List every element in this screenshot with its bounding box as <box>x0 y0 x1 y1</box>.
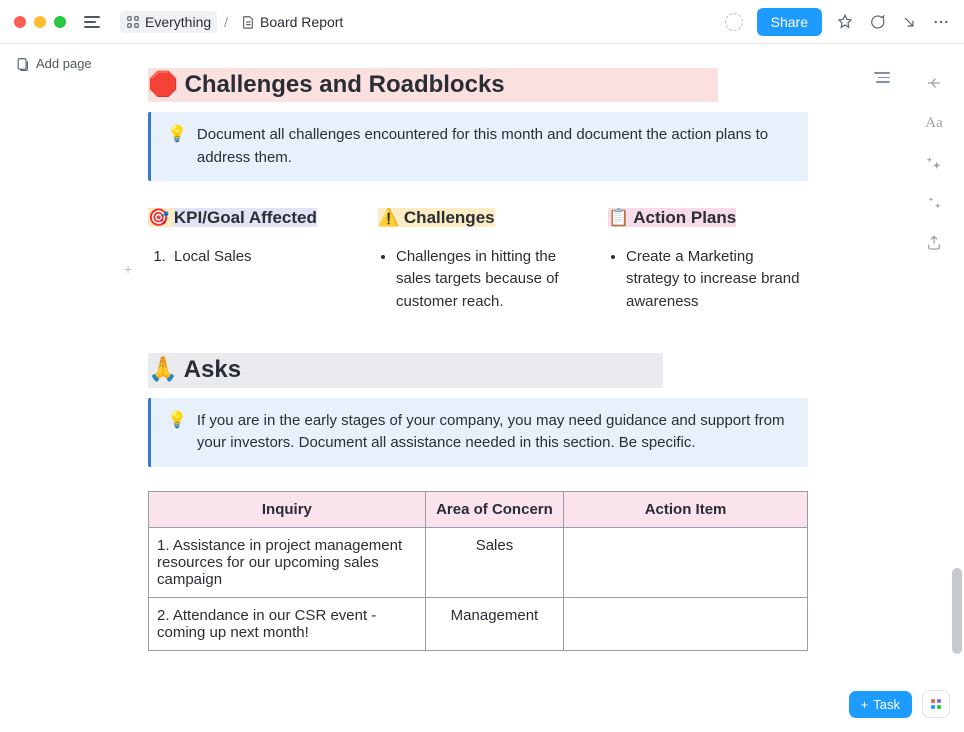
cell-action[interactable] <box>564 597 808 650</box>
breadcrumb-page-label: Board Report <box>260 14 343 30</box>
minimize-dot[interactable] <box>34 16 46 28</box>
cell-inquiry[interactable]: 1. Assistance in project management reso… <box>149 527 426 597</box>
breadcrumb-separator: / <box>224 14 228 30</box>
col2-emoji: ⚠️ <box>378 208 399 227</box>
asks-heading[interactable]: 🙏 Asks <box>148 353 663 387</box>
plus-icon: + <box>861 697 869 712</box>
challenges-callout[interactable]: 💡 Document all challenges encountered fo… <box>148 112 808 181</box>
add-page-button[interactable]: Add page <box>16 56 92 71</box>
table-header-action: Action Item <box>564 491 808 527</box>
comment-icon[interactable] <box>868 13 886 31</box>
document-icon <box>241 15 255 29</box>
breadcrumb-page[interactable]: Board Report <box>235 11 349 33</box>
lightbulb-icon: 💡 <box>167 410 187 455</box>
share-export-icon[interactable] <box>925 234 943 252</box>
star-icon[interactable] <box>836 13 854 31</box>
col1-emoji: 🎯 <box>148 208 169 227</box>
col3-emoji: 📋 <box>608 208 629 227</box>
asks-emoji: 🙏 <box>148 356 178 383</box>
grid-icon <box>126 15 140 29</box>
ai-sparkle-icon[interactable] <box>925 154 943 172</box>
task-button[interactable]: + Task <box>849 691 912 718</box>
scrollbar[interactable] <box>952 568 962 654</box>
maximize-dot[interactable] <box>54 16 66 28</box>
challenges-heading[interactable]: 🛑 Challenges and Roadblocks <box>148 68 718 102</box>
arrow-down-right-icon[interactable] <box>900 13 918 31</box>
share-button[interactable]: Share <box>757 8 822 36</box>
challenges-callout-text: Document all challenges encountered for … <box>197 124 792 169</box>
table-row[interactable]: 1. Assistance in project management reso… <box>149 527 808 597</box>
add-page-icon <box>16 57 30 71</box>
window-controls[interactable] <box>14 16 66 28</box>
breadcrumb: Everything / Board Report <box>120 11 349 33</box>
table-header-inquiry: Inquiry <box>149 491 426 527</box>
lightbulb-icon: 💡 <box>167 124 187 169</box>
add-page-label: Add page <box>36 56 92 71</box>
apps-button[interactable] <box>922 690 950 718</box>
list-item[interactable]: Create a Marketing strategy to increase … <box>626 246 808 314</box>
col1-title: KPI/Goal Affected <box>174 208 317 227</box>
breadcrumb-root[interactable]: Everything <box>120 11 217 33</box>
ai-stars-icon[interactable] <box>925 194 943 212</box>
col2-title: Challenges <box>404 208 495 227</box>
asks-callout[interactable]: 💡 If you are in the early stages of your… <box>148 398 808 467</box>
close-dot[interactable] <box>14 16 26 28</box>
task-button-label: Task <box>873 697 900 712</box>
cell-area[interactable]: Sales <box>425 527 563 597</box>
cell-inquiry[interactable]: 2. Attendance in our CSR event - coming … <box>149 597 426 650</box>
asks-title: Asks <box>184 356 241 383</box>
apps-grid-icon <box>931 699 941 709</box>
typography-icon[interactable]: Aa <box>925 114 943 132</box>
outline-toggle-icon[interactable] <box>872 72 892 88</box>
table-header-area: Area of Concern <box>425 491 563 527</box>
cell-action[interactable] <box>564 527 808 597</box>
asks-table[interactable]: Inquiry Area of Concern Action Item 1. A… <box>148 491 808 651</box>
add-row-icon[interactable]: + <box>124 261 132 277</box>
cell-area[interactable]: Management <box>425 597 563 650</box>
collapse-icon[interactable] <box>925 74 943 92</box>
table-row[interactable]: 2. Attendance in our CSR event - coming … <box>149 597 808 650</box>
menu-toggle-icon[interactable] <box>84 12 104 32</box>
col3-title: Action Plans <box>633 208 736 227</box>
asks-callout-text: If you are in the early stages of your c… <box>197 410 792 455</box>
list-item[interactable]: Local Sales <box>170 246 348 269</box>
challenges-title: Challenges and Roadblocks <box>185 71 505 98</box>
challenges-emoji: 🛑 <box>148 71 178 98</box>
list-item[interactable]: Challenges in hitting the sales targets … <box>396 246 578 314</box>
more-icon[interactable] <box>932 13 950 31</box>
status-circle-icon[interactable] <box>725 13 743 31</box>
breadcrumb-root-label: Everything <box>145 14 211 30</box>
